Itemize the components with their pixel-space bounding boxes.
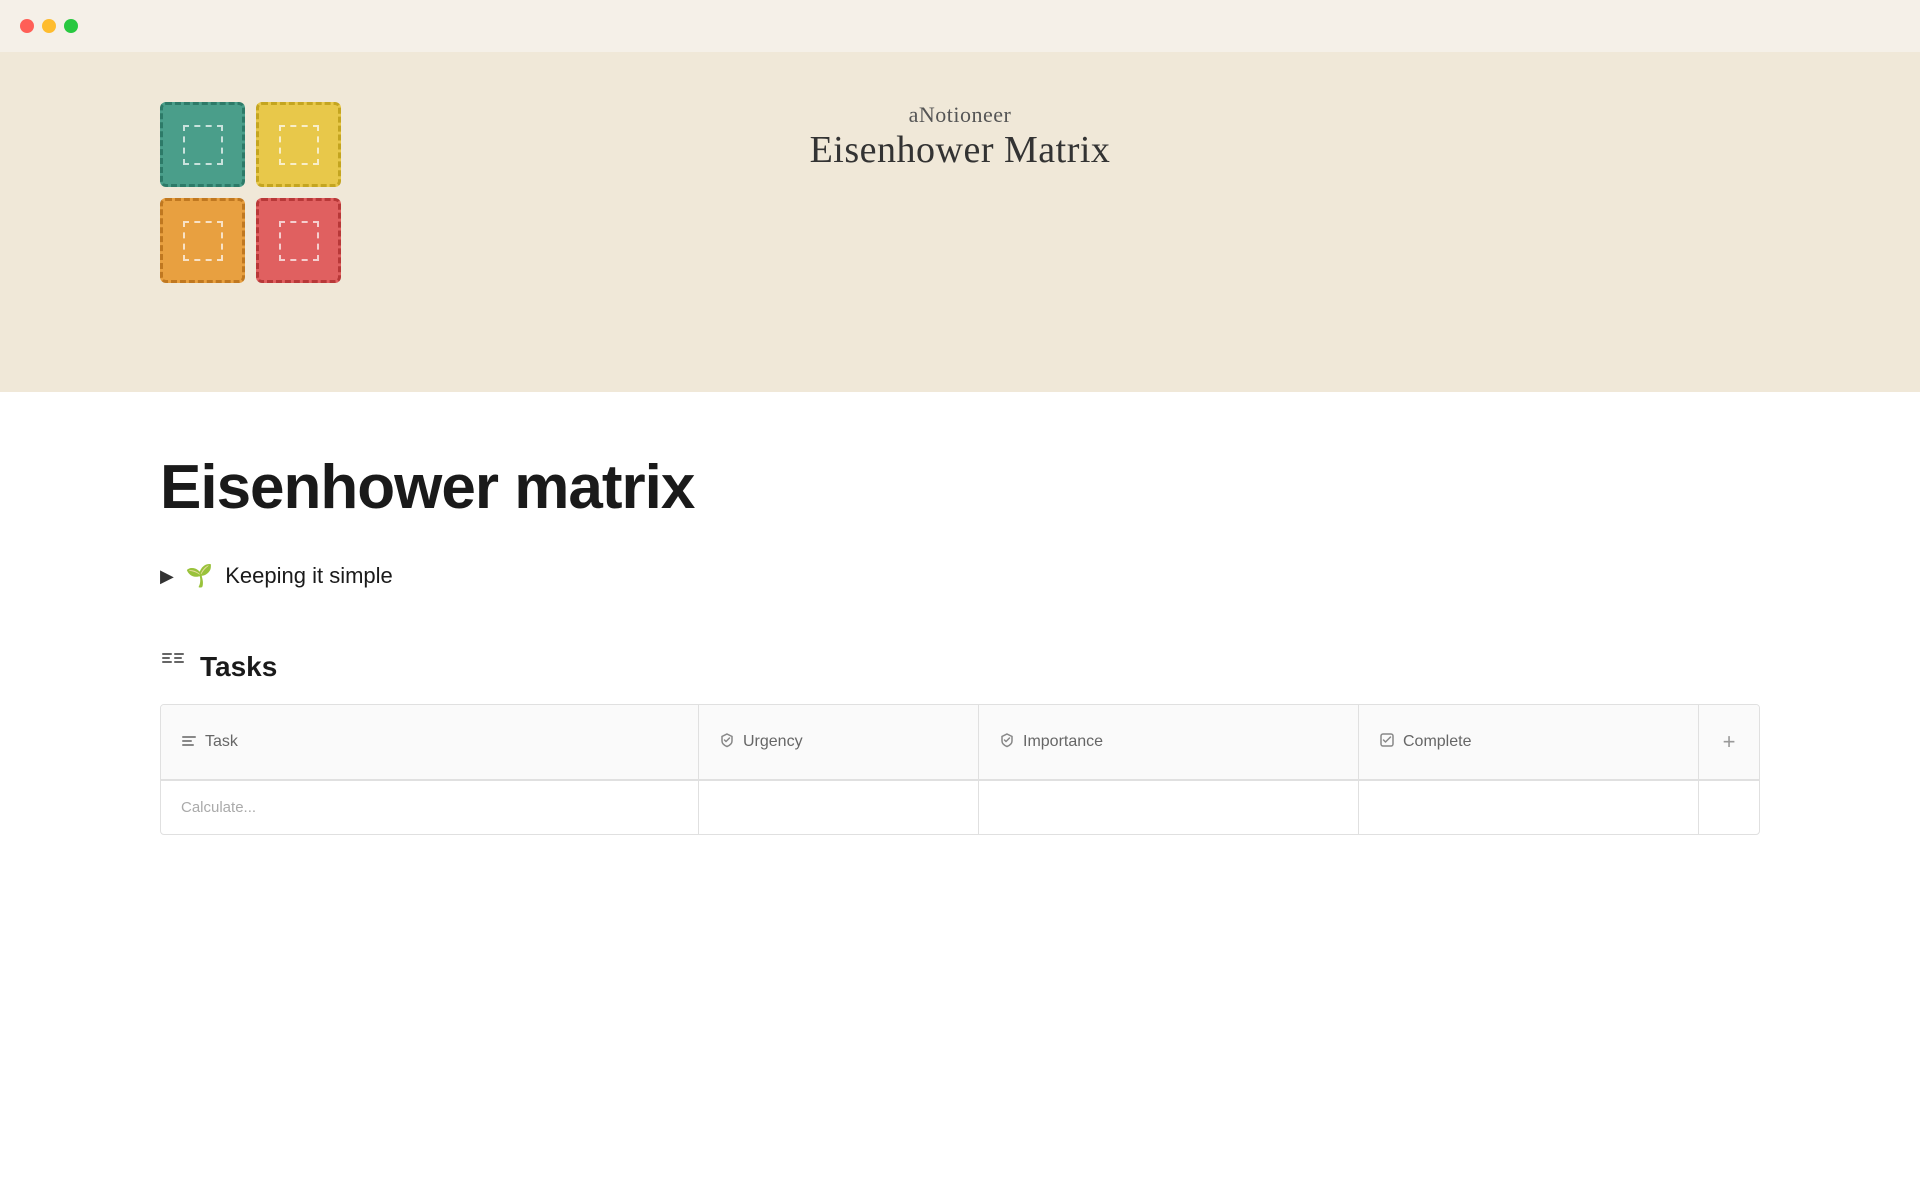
matrix-cell-yellow xyxy=(256,102,341,187)
banner: aNotioneer Eisenhower Matrix xyxy=(0,52,1920,392)
page-title: Eisenhower matrix xyxy=(160,452,1760,523)
partial-cell-complete xyxy=(1359,781,1699,834)
toggle-arrow-icon[interactable]: ▶ xyxy=(160,566,174,587)
matrix-cell-teal xyxy=(160,102,245,187)
minimize-button[interactable] xyxy=(42,19,56,33)
partial-cell-add xyxy=(1699,781,1759,834)
matrix-cell-red xyxy=(256,198,341,283)
matrix-cell-orange xyxy=(160,198,245,283)
tasks-table: Task Urgency xyxy=(160,704,1760,835)
tasks-header: Tasks xyxy=(160,649,1760,684)
col-complete: Complete xyxy=(1359,705,1699,779)
main-content: Eisenhower matrix ▶ 🌱 Keeping it simple … xyxy=(0,392,1920,875)
col-importance: Importance xyxy=(979,705,1359,779)
banner-subtitle: aNotioneer xyxy=(810,102,1111,128)
tasks-section: Tasks Task xyxy=(160,649,1760,835)
checkbox-icon xyxy=(1379,732,1395,753)
close-button[interactable] xyxy=(20,19,34,33)
partial-cell-text: Calculate... xyxy=(181,799,256,816)
table-header: Task Urgency xyxy=(161,705,1759,780)
toggle-row[interactable]: ▶ 🌱 Keeping it simple xyxy=(160,563,1760,589)
shield-importance-icon xyxy=(999,732,1015,753)
col-task-label: Task xyxy=(205,733,238,751)
partial-cell-task: Calculate... xyxy=(161,781,699,834)
col-urgency: Urgency xyxy=(699,705,979,779)
col-task: Task xyxy=(161,705,699,779)
col-add[interactable]: + xyxy=(1699,705,1759,779)
text-icon xyxy=(181,732,197,753)
partial-cell-importance xyxy=(979,781,1359,834)
partial-cell-urgency xyxy=(699,781,979,834)
fullscreen-button[interactable] xyxy=(64,19,78,33)
col-importance-label: Importance xyxy=(1023,733,1103,751)
toggle-emoji: 🌱 xyxy=(186,563,213,589)
toggle-text: Keeping it simple xyxy=(225,563,393,589)
shield-urgency-icon xyxy=(719,732,735,753)
col-urgency-label: Urgency xyxy=(743,733,803,751)
banner-title: Eisenhower Matrix xyxy=(810,128,1111,172)
banner-text: aNotioneer Eisenhower Matrix xyxy=(810,102,1111,172)
add-column-button[interactable]: + xyxy=(1715,721,1744,763)
tasks-title: Tasks xyxy=(200,651,277,683)
tasks-icon xyxy=(160,649,188,684)
table-partial-row: Calculate... xyxy=(161,780,1759,834)
title-bar xyxy=(0,0,1920,52)
matrix-icon xyxy=(160,102,346,288)
col-complete-label: Complete xyxy=(1403,733,1471,751)
